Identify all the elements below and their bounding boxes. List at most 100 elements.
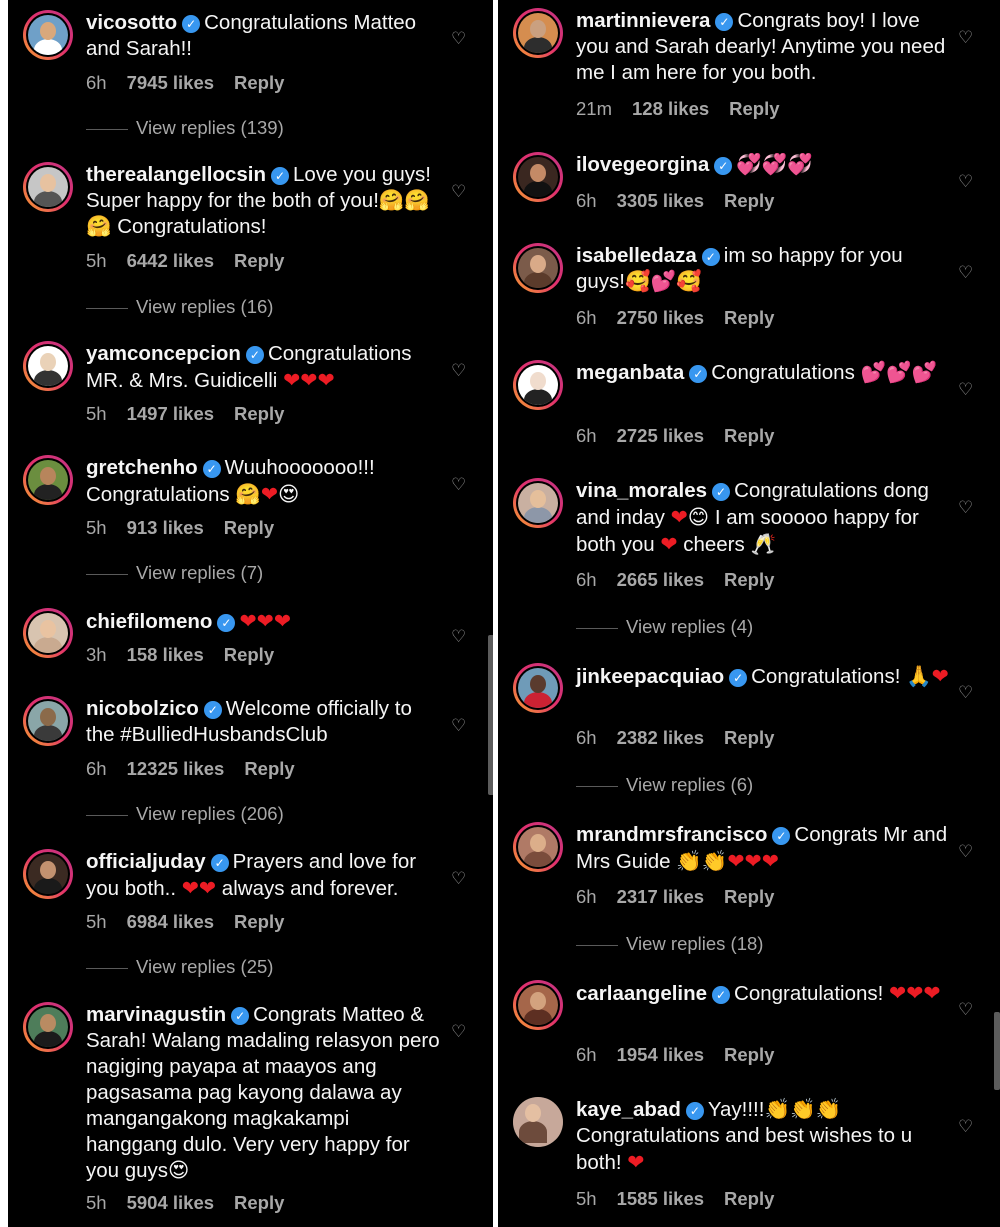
reply-button[interactable]: Reply	[234, 911, 284, 933]
comment-meta: 6h 2317 likes Reply	[576, 886, 794, 908]
avatar[interactable]	[23, 162, 73, 212]
likes-count[interactable]: 7945 likes	[127, 72, 214, 94]
avatar[interactable]	[23, 455, 73, 505]
like-heart-icon[interactable]: ♡	[958, 843, 973, 861]
username[interactable]: officialjuday	[86, 850, 206, 873]
avatar[interactable]	[513, 663, 563, 713]
likes-count[interactable]: 1497 likes	[127, 403, 214, 425]
avatar[interactable]	[513, 243, 563, 293]
reply-button[interactable]: Reply	[224, 517, 274, 539]
view-replies-link[interactable]: View replies (206)	[86, 803, 284, 825]
likes-count[interactable]: 6984 likes	[127, 911, 214, 933]
avatar[interactable]	[513, 8, 563, 58]
likes-count[interactable]: 5904 likes	[127, 1192, 214, 1214]
username[interactable]: vina_morales	[576, 479, 707, 502]
reply-button[interactable]: Reply	[724, 1188, 774, 1210]
reply-button[interactable]: Reply	[724, 569, 774, 591]
avatar[interactable]	[513, 822, 563, 872]
view-replies-link[interactable]: View replies (7)	[86, 562, 263, 584]
likes-count[interactable]: 12325 likes	[127, 758, 225, 780]
likes-count[interactable]: 2382 likes	[617, 727, 704, 749]
username[interactable]: therealangellocsin	[86, 163, 266, 186]
view-replies-link[interactable]: View replies (6)	[576, 774, 753, 796]
username[interactable]: kaye_abad	[576, 1098, 681, 1121]
reply-button[interactable]: Reply	[234, 72, 284, 94]
view-replies-link[interactable]: View replies (25)	[86, 956, 273, 978]
username[interactable]: mrandmrsfrancisco	[576, 823, 767, 846]
like-heart-icon[interactable]: ♡	[451, 183, 466, 201]
avatar[interactable]	[513, 360, 563, 410]
likes-count[interactable]: 913 likes	[127, 517, 204, 539]
username[interactable]: marvinagustin	[86, 1003, 226, 1026]
reply-button[interactable]: Reply	[234, 403, 284, 425]
like-heart-icon[interactable]: ♡	[958, 684, 973, 702]
reply-button[interactable]: Reply	[724, 886, 774, 908]
likes-count[interactable]: 158 likes	[127, 644, 204, 666]
view-replies-label: View replies (206)	[136, 803, 284, 824]
likes-count[interactable]: 2750 likes	[617, 307, 704, 329]
reply-button[interactable]: Reply	[234, 1192, 284, 1214]
username[interactable]: nicobolzico	[86, 697, 199, 720]
reply-button[interactable]: Reply	[724, 190, 774, 212]
avatar[interactable]	[23, 1002, 73, 1052]
like-heart-icon[interactable]: ♡	[958, 173, 973, 191]
like-heart-icon[interactable]: ♡	[958, 1118, 973, 1136]
username[interactable]: vicosotto	[86, 11, 177, 34]
reply-button[interactable]: Reply	[724, 727, 774, 749]
avatar[interactable]	[23, 10, 73, 60]
view-replies-link[interactable]: View replies (18)	[576, 933, 763, 955]
like-heart-icon[interactable]: ♡	[451, 870, 466, 888]
avatar[interactable]	[23, 608, 73, 658]
avatar[interactable]	[513, 478, 563, 528]
comment-time: 3h	[86, 644, 107, 665]
reply-button[interactable]: Reply	[724, 307, 774, 329]
like-heart-icon[interactable]: ♡	[958, 381, 973, 399]
like-heart-icon[interactable]: ♡	[451, 717, 466, 735]
likes-count[interactable]: 2665 likes	[617, 569, 704, 591]
likes-count[interactable]: 2317 likes	[617, 886, 704, 908]
likes-count[interactable]: 2725 likes	[617, 425, 704, 447]
likes-count[interactable]: 3305 likes	[617, 190, 704, 212]
like-heart-icon[interactable]: ♡	[958, 264, 973, 282]
username[interactable]: ilovegeorgina	[576, 153, 709, 176]
avatar[interactable]	[513, 980, 563, 1030]
reply-button[interactable]: Reply	[724, 425, 774, 447]
like-heart-icon[interactable]: ♡	[958, 499, 973, 517]
avatar[interactable]	[23, 696, 73, 746]
view-replies-link[interactable]: View replies (16)	[86, 296, 273, 318]
likes-count[interactable]: 1954 likes	[617, 1044, 704, 1066]
username[interactable]: jinkeepacquiao	[576, 665, 724, 688]
username[interactable]: meganbata	[576, 361, 684, 384]
view-replies-link[interactable]: View replies (139)	[86, 117, 284, 139]
like-heart-icon[interactable]: ♡	[451, 628, 466, 646]
avatar[interactable]	[23, 341, 73, 391]
reply-button[interactable]: Reply	[724, 1044, 774, 1066]
like-heart-icon[interactable]: ♡	[451, 362, 466, 380]
view-replies-link[interactable]: View replies (4)	[576, 616, 753, 638]
scrollbar[interactable]	[994, 1012, 1000, 1090]
reply-button[interactable]: Reply	[234, 250, 284, 272]
reply-button[interactable]: Reply	[244, 758, 294, 780]
avatar[interactable]	[513, 1097, 563, 1147]
like-heart-icon[interactable]: ♡	[451, 30, 466, 48]
username[interactable]: carlaangeline	[576, 982, 707, 1005]
username[interactable]: yamconcepcion	[86, 342, 241, 365]
username[interactable]: chiefilomeno	[86, 610, 212, 633]
comment-text-block: vicosotto ✓ Congratulations Matteo and Sar…	[86, 10, 443, 62]
like-heart-icon[interactable]: ♡	[958, 1001, 973, 1019]
username[interactable]: martinnievera	[576, 9, 710, 32]
avatar[interactable]	[23, 849, 73, 899]
username[interactable]: isabelledaza	[576, 244, 697, 267]
username[interactable]: gretchenho	[86, 456, 198, 479]
like-heart-icon[interactable]: ♡	[451, 476, 466, 494]
likes-count[interactable]: 128 likes	[632, 98, 709, 120]
heart-emoji: ❤	[744, 849, 762, 873]
avatar[interactable]	[513, 152, 563, 202]
like-heart-icon[interactable]: ♡	[451, 1023, 466, 1041]
scrollbar[interactable]	[488, 635, 493, 795]
reply-button[interactable]: Reply	[729, 98, 779, 120]
like-heart-icon[interactable]: ♡	[958, 29, 973, 47]
reply-button[interactable]: Reply	[224, 644, 274, 666]
likes-count[interactable]: 6442 likes	[127, 250, 214, 272]
likes-count[interactable]: 1585 likes	[617, 1188, 704, 1210]
